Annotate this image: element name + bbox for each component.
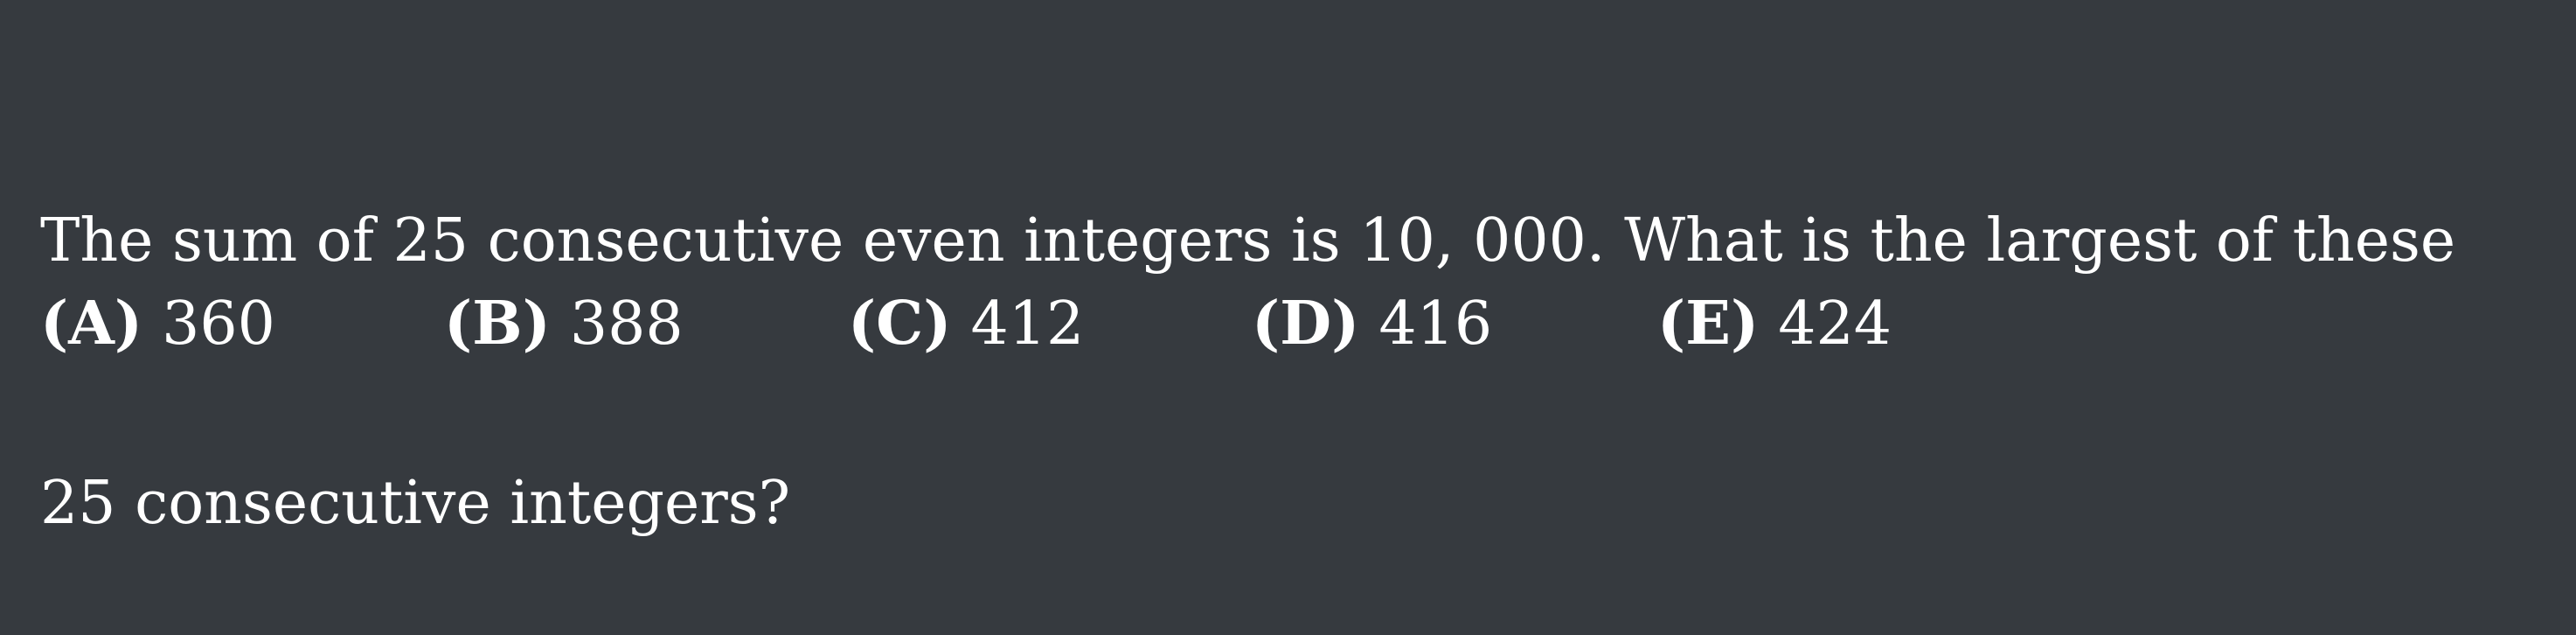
choice-a-value: 360 bbox=[162, 290, 275, 359]
choice-d-letter: (D) bbox=[1252, 289, 1360, 359]
choice-e[interactable]: (E) 424 bbox=[1657, 276, 1892, 373]
choice-c-value: 412 bbox=[970, 290, 1085, 359]
choice-d-value: 416 bbox=[1378, 290, 1493, 359]
choice-d[interactable]: (D) 416 bbox=[1252, 276, 1492, 373]
choice-b-value: 388 bbox=[569, 290, 684, 359]
choice-c[interactable]: (C) 412 bbox=[848, 276, 1084, 373]
answer-choices: (A) 360 (B) 388 (C) 412 (D) 416 (E) 424 bbox=[40, 276, 2558, 372]
question-line-1: The sum of 25 consecutive even integers … bbox=[40, 206, 2456, 276]
choice-b[interactable]: (B) 388 bbox=[444, 276, 684, 373]
question-line-2: 25 consecutive integers? bbox=[40, 469, 791, 538]
choice-b-letter: (B) bbox=[444, 289, 551, 359]
choice-a-letter: (A) bbox=[40, 289, 143, 359]
choice-a[interactable]: (A) 360 bbox=[40, 276, 275, 373]
choice-c-letter: (C) bbox=[848, 289, 952, 359]
choice-e-value: 424 bbox=[1778, 290, 1892, 359]
choice-e-letter: (E) bbox=[1657, 289, 1760, 359]
